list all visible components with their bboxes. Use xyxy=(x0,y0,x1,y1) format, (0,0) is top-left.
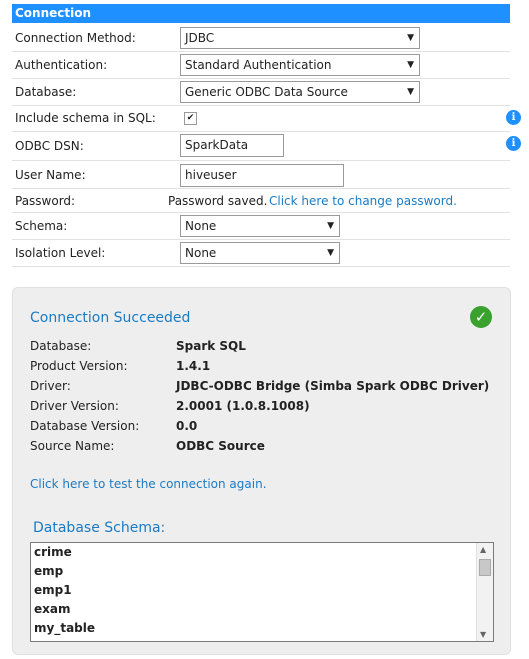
info-icon[interactable]: i xyxy=(506,136,521,151)
detail-label: Source Name: xyxy=(30,439,115,453)
test-connection-link[interactable]: Click here to test the connection again. xyxy=(30,477,267,491)
list-item[interactable]: exam xyxy=(31,600,493,619)
database-value: Generic ODBC Data Source xyxy=(185,85,348,99)
detail-label: Driver: xyxy=(30,379,71,393)
scroll-down-arrow-icon[interactable]: ▼ xyxy=(480,630,486,639)
connection-method-row: Connection Method: JDBC ▼ xyxy=(12,25,510,52)
detail-value: 0.0 xyxy=(176,419,198,433)
detail-value: ODBC Source xyxy=(176,439,265,453)
chevron-down-icon: ▼ xyxy=(407,33,414,43)
chevron-down-icon: ▼ xyxy=(407,60,414,70)
chevron-down-icon: ▼ xyxy=(327,221,334,231)
detail-label: Driver Version: xyxy=(30,399,119,413)
user-name-row: User Name: hiveuser xyxy=(12,161,510,189)
detail-label: Database Version: xyxy=(30,419,140,433)
user-name-input[interactable]: hiveuser xyxy=(180,164,344,187)
scroll-thumb[interactable] xyxy=(479,559,491,576)
schema-row: Schema: None ▼ xyxy=(12,213,510,240)
isolation-level-label: Isolation Level: xyxy=(15,246,106,260)
checkmark-success-icon: ✓ xyxy=(470,306,492,328)
connection-method-label: Connection Method: xyxy=(15,31,136,45)
include-schema-label: Include schema in SQL: xyxy=(15,111,156,125)
authentication-label: Authentication: xyxy=(15,58,108,72)
authentication-row: Authentication: Standard Authentication … xyxy=(12,52,510,79)
isolation-level-select[interactable]: None ▼ xyxy=(180,242,340,264)
database-select[interactable]: Generic ODBC Data Source ▼ xyxy=(180,81,420,103)
user-name-label: User Name: xyxy=(15,168,86,182)
detail-label: Product Version: xyxy=(30,359,128,373)
odbc-dsn-label: ODBC DSN: xyxy=(15,139,84,153)
connection-status-title: Connection Succeeded xyxy=(30,310,191,326)
detail-value: JDBC-ODBC Bridge (Simba Spark ODBC Drive… xyxy=(176,379,490,393)
database-row: Database: Generic ODBC Data Source ▼ xyxy=(12,79,510,106)
detail-value: Spark SQL xyxy=(176,339,246,353)
schema-label: Schema: xyxy=(15,219,68,233)
connection-method-select[interactable]: JDBC ▼ xyxy=(180,27,420,49)
isolation-level-row: Isolation Level: None ▼ xyxy=(12,240,510,267)
password-label: Password: xyxy=(15,194,76,208)
info-icon[interactable]: i xyxy=(506,110,521,125)
list-item[interactable]: emp xyxy=(31,562,493,581)
include-schema-row: Include schema in SQL: ✔ i xyxy=(12,106,521,132)
authentication-value: Standard Authentication xyxy=(185,58,332,72)
schema-scrollbar[interactable]: ▲ ▼ xyxy=(476,543,493,641)
detail-value: 1.4.1 xyxy=(176,359,211,373)
chevron-down-icon: ▼ xyxy=(327,248,334,258)
database-schema-title: Database Schema: xyxy=(33,520,166,536)
detail-value: 2.0001 (1.0.8.1008) xyxy=(176,399,310,413)
detail-label: Database: xyxy=(30,339,92,353)
authentication-select[interactable]: Standard Authentication ▼ xyxy=(180,54,420,76)
chevron-down-icon: ▼ xyxy=(407,87,414,97)
isolation-level-value: None xyxy=(185,246,217,260)
odbc-dsn-row: ODBC DSN: SparkData i xyxy=(12,132,521,161)
scroll-up-arrow-icon[interactable]: ▲ xyxy=(480,545,486,554)
connection-method-value: JDBC xyxy=(185,31,215,45)
section-header: Connection xyxy=(12,4,510,23)
password-status: Password saved. xyxy=(168,194,268,208)
list-item[interactable]: my_table xyxy=(31,619,493,638)
change-password-link[interactable]: Click here to change password. xyxy=(269,194,457,208)
schema-value: None xyxy=(185,219,217,233)
database-label: Database: xyxy=(15,85,77,99)
database-schema-list[interactable]: crime emp emp1 exam my_table ▲ ▼ xyxy=(30,542,494,642)
schema-select[interactable]: None ▼ xyxy=(180,215,340,237)
list-item[interactable]: emp1 xyxy=(31,581,493,600)
list-item[interactable]: crime xyxy=(31,543,493,562)
connection-result-panel: Connection Succeeded ✓ Database: Spark S… xyxy=(12,287,511,655)
include-schema-checkbox[interactable]: ✔ xyxy=(184,112,197,125)
odbc-dsn-input[interactable]: SparkData xyxy=(180,134,284,157)
password-row: Password: Password saved. Click here to … xyxy=(12,189,510,213)
